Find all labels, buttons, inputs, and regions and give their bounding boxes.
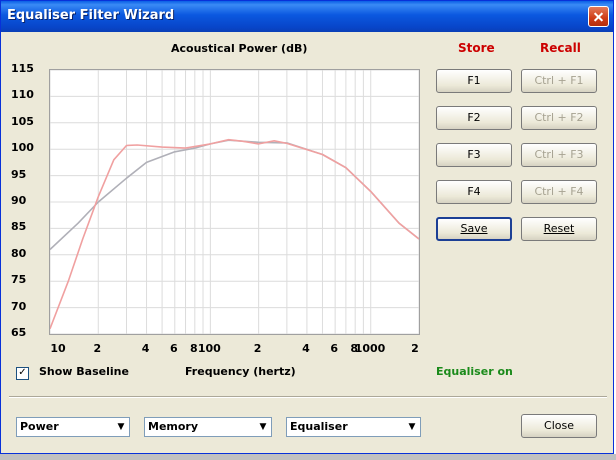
show-baseline-checkbox[interactable]: ✓ xyxy=(16,367,29,380)
y-tick-label: 105 xyxy=(11,114,34,128)
equaliser-filter-wizard-window: Equaliser Filter Wizard Acoustical Power… xyxy=(0,0,614,454)
show-baseline-label[interactable]: Show Baseline xyxy=(39,365,129,378)
y-tick-label: 100 xyxy=(11,141,34,155)
recall-f3-button[interactable]: Ctrl + F3 xyxy=(521,143,597,167)
y-tick-label: 65 xyxy=(11,326,27,339)
y-tick-label: 115 xyxy=(11,62,34,75)
x-axis-label: Frequency (hertz) xyxy=(185,365,296,378)
store-f1-button[interactable]: F1 xyxy=(436,69,512,93)
dropdown-arrow-icon[interactable]: ▼ xyxy=(114,419,128,435)
x-tick-label: 1000 xyxy=(354,342,386,355)
store-header: Store xyxy=(458,41,495,55)
reset-button[interactable]: Reset xyxy=(521,217,597,241)
recall-header: Recall xyxy=(540,41,581,55)
x-tick-label: 100 xyxy=(197,342,221,355)
close-button[interactable]: Close xyxy=(521,414,597,438)
memory-select[interactable]: Memory ▼ xyxy=(144,417,272,437)
y-tick-label: 110 xyxy=(11,88,34,102)
y-tick-label: 95 xyxy=(11,167,27,181)
save-button[interactable]: Save xyxy=(436,217,512,241)
frequency-response-plot xyxy=(49,69,420,335)
y-tick-label: 75 xyxy=(11,273,27,287)
store-f4-button[interactable]: F4 xyxy=(436,180,512,204)
equaliser-status: Equaliser on xyxy=(436,365,513,378)
chart-svg xyxy=(49,69,420,335)
title-bar[interactable]: Equaliser Filter Wizard xyxy=(1,1,613,32)
close-window-icon[interactable] xyxy=(588,6,609,27)
x-tick-label: 4 xyxy=(302,342,310,355)
chart-title: Acoustical Power (dB) xyxy=(171,42,308,55)
store-f2-button[interactable]: F2 xyxy=(436,106,512,130)
recall-f2-button[interactable]: Ctrl + F2 xyxy=(521,106,597,130)
x-tick-label: 10 xyxy=(50,342,66,355)
y-tick-label: 90 xyxy=(11,194,27,207)
recall-f1-button[interactable]: Ctrl + F1 xyxy=(521,69,597,93)
equaliser-select-value: Equaliser xyxy=(290,420,348,433)
x-tick-label: 2 xyxy=(93,342,102,355)
store-f3-button[interactable]: F3 xyxy=(436,143,512,167)
dropdown-arrow-icon[interactable]: ▼ xyxy=(405,419,419,435)
save-button-label: Save xyxy=(460,222,488,235)
x-tick-label: 2 xyxy=(253,342,262,355)
x-tick-label: 4 xyxy=(141,342,150,355)
power-select-value: Power xyxy=(20,420,59,433)
x-tick-label: 2 xyxy=(411,342,419,355)
y-tick-label: 85 xyxy=(11,220,27,234)
reset-button-label: Reset xyxy=(543,222,575,235)
y-tick-label: 70 xyxy=(11,299,27,313)
power-select[interactable]: Power ▼ xyxy=(16,417,130,437)
separator xyxy=(9,396,607,398)
recall-f4-button[interactable]: Ctrl + F4 xyxy=(521,180,597,204)
taskbar-fragment xyxy=(0,454,616,460)
equaliser-select[interactable]: Equaliser ▼ xyxy=(286,417,421,437)
dropdown-arrow-icon[interactable]: ▼ xyxy=(256,419,270,435)
window-title: Equaliser Filter Wizard xyxy=(7,8,175,23)
memory-select-value: Memory xyxy=(148,420,199,433)
y-tick-label: 80 xyxy=(11,246,27,260)
